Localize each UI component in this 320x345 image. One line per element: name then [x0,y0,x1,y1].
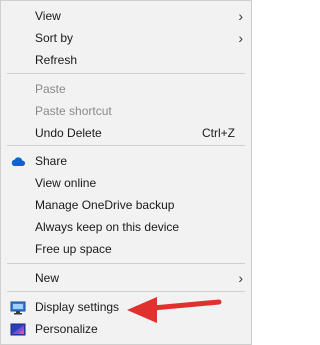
menu-item-refresh-label: Refresh [35,53,78,67]
menu-item-display-settings-label: Display settings [35,300,120,314]
menu-item-manage-onedrive-backup-label: Manage OneDrive backup [35,198,175,212]
menu-separator [7,145,245,146]
chevron-right-icon: › [238,8,243,24]
red-arrow [127,297,222,323]
menu-item-refresh[interactable]: Refresh [1,49,251,71]
menu-item-view[interactable]: View › [1,5,251,27]
chevron-right-icon: › [238,270,243,286]
menu-separator [7,263,245,264]
menu-item-share-label: Share [35,154,68,168]
menu-item-free-up-space[interactable]: Free up space [1,238,251,260]
menu-item-free-up-space-label: Free up space [35,242,112,256]
monitor-icon [10,300,26,315]
menu-item-sort-by-label: Sort by [35,31,74,45]
menu-item-new[interactable]: New › [1,267,251,289]
chevron-right-icon: › [238,30,243,46]
menu-item-sort-by[interactable]: Sort by › [1,27,251,49]
menu-item-new-label: New [35,271,60,285]
menu-item-always-keep[interactable]: Always keep on this device [1,216,251,238]
menu-separator [7,73,245,74]
personalize-icon [10,322,26,336]
menu-item-undo-delete[interactable]: Undo Delete Ctrl+Z [1,122,251,144]
menu-item-paste[interactable]: Paste [1,78,251,100]
menu-item-view-label: View [35,9,61,23]
desktop-context-menu: View › Sort by › Refresh Paste Paste sho… [0,0,252,345]
undo-shortcut-key: Ctrl+Z [202,126,235,140]
menu-item-always-keep-label: Always keep on this device [35,220,180,234]
menu-item-paste-shortcut-label: Paste shortcut [35,104,112,118]
menu-item-undo-delete-label: Undo Delete [35,126,102,140]
cloud-icon [10,154,26,168]
menu-item-manage-onedrive-backup[interactable]: Manage OneDrive backup [1,194,251,216]
menu-item-share[interactable]: Share [1,150,251,172]
menu-item-paste-shortcut[interactable]: Paste shortcut [1,100,251,122]
menu-item-view-online-label: View online [35,176,97,190]
menu-item-paste-label: Paste [35,82,66,96]
menu-item-view-online[interactable]: View online [1,172,251,194]
menu-item-personalize-label: Personalize [35,322,98,336]
